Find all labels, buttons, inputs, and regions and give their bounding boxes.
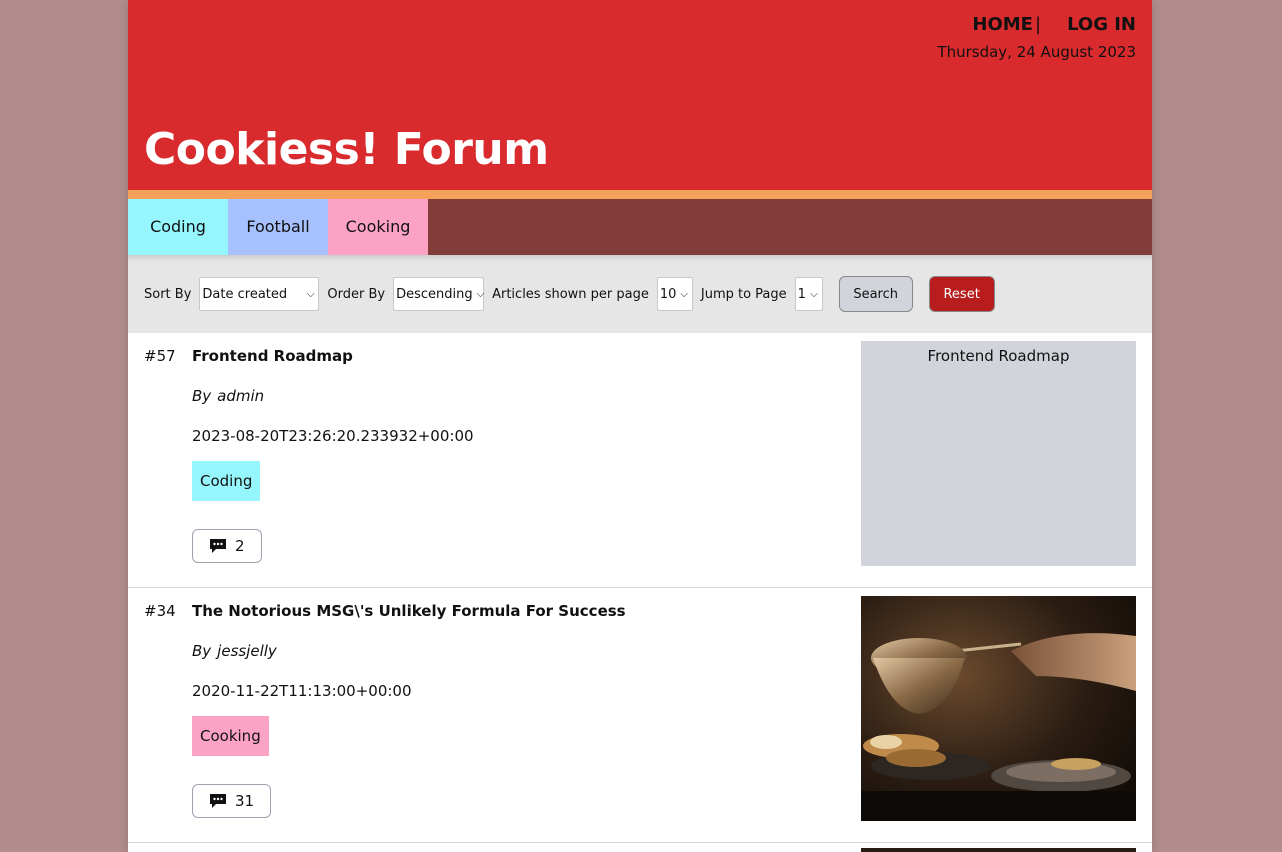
order-by-value: Descending (396, 286, 473, 302)
per-page-select[interactable]: 10 ⌵ (656, 277, 693, 311)
chevron-down-icon: ⌵ (680, 288, 689, 300)
chevron-down-icon: ⌵ (306, 288, 315, 300)
current-date: Thursday, 24 August 2023 (937, 43, 1136, 61)
login-link[interactable]: LOG IN (1067, 14, 1136, 35)
article-card[interactable]: #34 The Notorious MSG\'s Unlikely Formul… (128, 588, 1152, 843)
article-title[interactable]: Frontend Roadmap (192, 347, 353, 365)
reset-button[interactable]: Reset (928, 276, 995, 312)
page-container: HOME | LOG IN Thursday, 24 August 2023 Coo… (128, 0, 1152, 852)
category-tab-football[interactable]: Football (228, 199, 328, 255)
article-topic-tag[interactable]: Cooking (192, 716, 269, 756)
per-page-value: 10 (659, 286, 677, 302)
article-author: By jessjelly (192, 642, 277, 660)
header-stripe (128, 190, 1152, 199)
jump-to-page-select[interactable]: 1 ⌵ (794, 277, 823, 311)
thumbnail-alt-text: Frontend Roadmap (927, 347, 1070, 365)
article-date: 2020-11-22T11:13:00+00:00 (192, 682, 412, 700)
home-link[interactable]: HOME (972, 14, 1033, 35)
article-id: #57 (144, 347, 176, 365)
site-header: HOME | LOG IN Thursday, 24 August 2023 Coo… (128, 0, 1152, 190)
comment-count: 31 (235, 792, 255, 810)
article-topic-tag[interactable]: Coding (192, 461, 261, 501)
author-name[interactable]: admin (217, 387, 264, 405)
author-prefix: By (192, 642, 212, 660)
comment-icon (210, 539, 226, 553)
comment-count-button[interactable]: 31 (192, 784, 272, 818)
site-title[interactable]: Cookiess! Forum (144, 124, 549, 175)
jump-to-page-label: Jump to Page (700, 286, 787, 302)
top-nav: HOME | LOG IN (972, 14, 1136, 35)
cooking-photo-image (861, 596, 1136, 821)
sort-by-label: Sort By (144, 286, 192, 302)
article-thumbnail-placeholder[interactable]: Frontend Roadmap (861, 341, 1136, 566)
per-page-label: Articles shown per page (492, 286, 649, 302)
comment-icon (210, 794, 226, 808)
chevron-down-icon: ⌵ (476, 288, 485, 300)
article-date: 2023-08-20T23:26:20.233932+00:00 (192, 427, 474, 445)
search-button[interactable]: Search (838, 276, 913, 312)
comment-count: 2 (235, 537, 245, 555)
chevron-down-icon: ⌵ (810, 288, 818, 300)
article-id: #34 (144, 602, 176, 620)
nav-separator: | (1034, 14, 1042, 35)
filter-bar: Sort By Date created ⌵ Order By Descendi… (128, 255, 1152, 333)
sort-by-select[interactable]: Date created ⌵ (199, 277, 320, 311)
category-bar: Coding Football Cooking (128, 199, 1152, 255)
category-tab-cooking[interactable]: Cooking (328, 199, 428, 255)
author-prefix: By (192, 387, 212, 405)
sort-by-value: Date created (202, 286, 288, 302)
article-thumbnail-image[interactable] (861, 596, 1136, 821)
article-title[interactable]: The Notorious MSG\'s Unlikely Formula Fo… (192, 602, 626, 620)
next-article-thumbnail-edge (861, 848, 1136, 852)
order-by-label: Order By (327, 286, 386, 302)
article-author: By admin (192, 387, 264, 405)
author-name[interactable]: jessjelly (217, 642, 277, 660)
jump-to-page-value: 1 (797, 286, 806, 302)
category-tab-coding[interactable]: Coding (128, 199, 228, 255)
order-by-select[interactable]: Descending ⌵ (393, 277, 484, 311)
comment-count-button[interactable]: 2 (192, 529, 262, 563)
article-card[interactable]: #57 Frontend Roadmap By admin 2023-08-20T… (128, 333, 1152, 588)
